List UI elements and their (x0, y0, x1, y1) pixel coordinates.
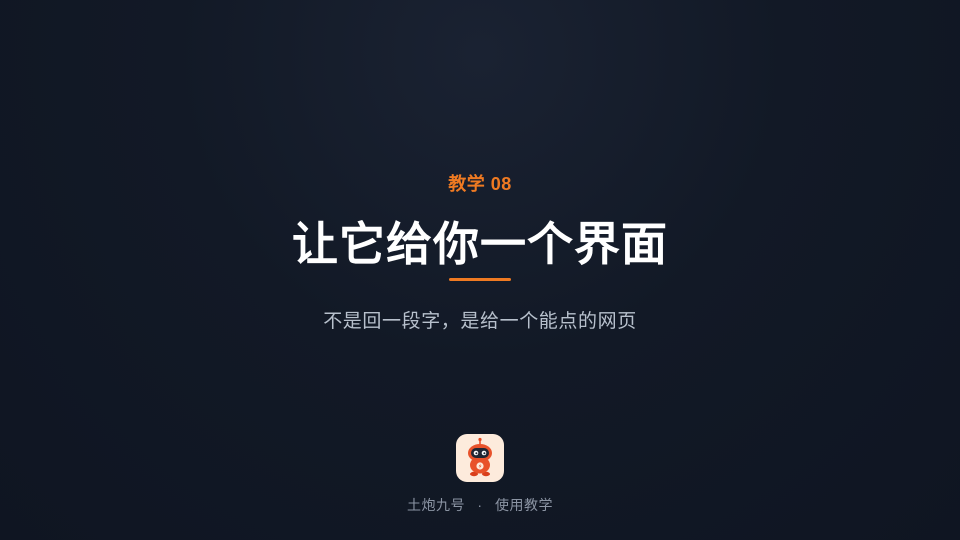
footer-separator: · (477, 497, 483, 513)
robot-mascot-svg (468, 437, 492, 477)
title-underline (449, 278, 511, 281)
page-subtitle: 不是回一段字，是给一个能点的网页 (323, 311, 637, 332)
brand-name: 土炮九号 (407, 497, 466, 513)
footer-section-label: 使用教学 (494, 497, 553, 513)
lesson-label: 教学 08 (448, 174, 512, 194)
footer-brand-line: 土炮九号 · 使用教学 (0, 496, 960, 514)
slide: 教学 08 让它给你一个界面 不是回一段字，是给一个能点的网页 土炮九号 · 使… (0, 0, 960, 540)
robot-mascot-icon (456, 434, 504, 482)
page-title: 让它给你一个界面 (292, 218, 668, 270)
